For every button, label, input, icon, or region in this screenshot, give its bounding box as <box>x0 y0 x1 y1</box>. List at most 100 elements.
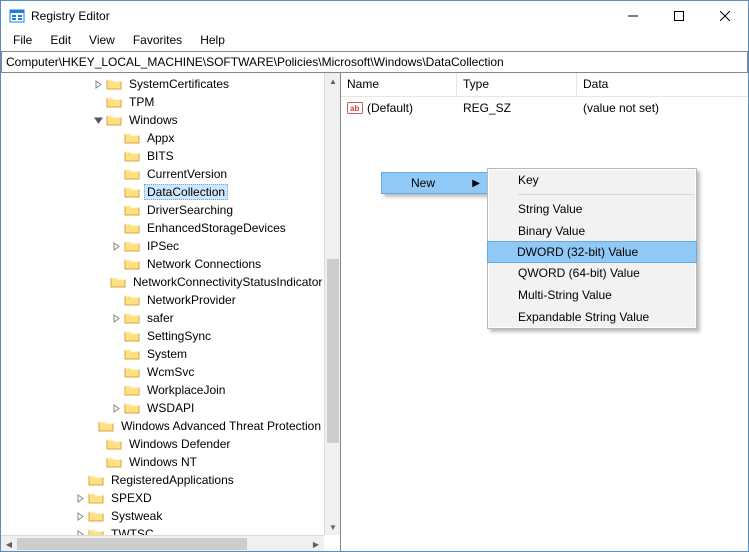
tree-horizontal-scrollbar[interactable]: ◀ ▶ <box>1 535 324 551</box>
menu-edit[interactable]: Edit <box>42 31 79 51</box>
tree-item-label: Windows NT <box>126 454 200 470</box>
context-item[interactable]: Key <box>488 169 696 191</box>
tree-item[interactable]: WorkplaceJoin <box>1 381 324 399</box>
expander-icon[interactable] <box>109 311 123 325</box>
folder-icon <box>124 203 140 217</box>
expander-spacer <box>91 455 105 469</box>
address-text: Computer\HKEY_LOCAL_MACHINE\SOFTWARE\Pol… <box>6 55 504 69</box>
expander-icon[interactable] <box>109 239 123 253</box>
address-bar[interactable]: Computer\HKEY_LOCAL_MACHINE\SOFTWARE\Pol… <box>1 51 748 73</box>
context-item[interactable]: Binary Value <box>488 220 696 242</box>
tree-item[interactable]: Windows Defender <box>1 435 324 453</box>
menu-favorites[interactable]: Favorites <box>125 31 190 51</box>
tree-item[interactable]: NetworkConnectivityStatusIndicator <box>1 273 324 291</box>
tree-item[interactable]: Network Connections <box>1 255 324 273</box>
folder-icon <box>124 347 140 361</box>
folder-icon <box>124 329 140 343</box>
scroll-thumb-h[interactable] <box>17 538 247 550</box>
tree-item[interactable]: safer <box>1 309 324 327</box>
tree-item[interactable]: Windows Advanced Threat Protection <box>1 417 324 435</box>
tree-item[interactable]: RegisteredApplications <box>1 471 324 489</box>
tree-item-label: System <box>144 346 190 362</box>
context-menu[interactable]: New ▶ <box>381 172 489 194</box>
tree-item[interactable]: Appx <box>1 129 324 147</box>
tree-item[interactable]: Windows NT <box>1 453 324 471</box>
expander-spacer <box>91 95 105 109</box>
value-row[interactable]: ab (Default) REG_SZ (value not set) <box>341 99 748 117</box>
context-item[interactable]: Expandable String Value <box>488 306 696 328</box>
menu-file[interactable]: File <box>5 31 40 51</box>
tree-item[interactable]: CurrentVersion <box>1 165 324 183</box>
expander-icon[interactable] <box>109 401 123 415</box>
context-item[interactable]: QWORD (64-bit) Value <box>488 262 696 284</box>
expander-icon[interactable] <box>73 491 87 505</box>
tree-item-label: WcmSvc <box>144 364 197 380</box>
scroll-left-icon[interactable]: ◀ <box>1 536 17 551</box>
tree-vertical-scrollbar[interactable]: ▲ ▼ <box>324 73 340 535</box>
tree-item[interactable]: WcmSvc <box>1 363 324 381</box>
expander-spacer <box>109 329 123 343</box>
tree-item-label: Windows Advanced Threat Protection <box>118 418 324 434</box>
tree-item[interactable]: TWTSC <box>1 525 324 535</box>
menu-help[interactable]: Help <box>192 31 233 51</box>
folder-icon <box>106 113 122 127</box>
tree-item[interactable]: NetworkProvider <box>1 291 324 309</box>
tree-item-label: CurrentVersion <box>144 166 230 182</box>
tree-item[interactable]: Systweak <box>1 507 324 525</box>
tree-item[interactable]: WSDAPI <box>1 399 324 417</box>
folder-icon <box>106 455 122 469</box>
tree-item[interactable]: SettingSync <box>1 327 324 345</box>
maximize-button[interactable] <box>656 1 702 31</box>
scroll-down-icon[interactable]: ▼ <box>325 519 341 535</box>
tree-item[interactable]: System <box>1 345 324 363</box>
tree-item-label: TWTSC <box>108 526 157 535</box>
scroll-right-icon[interactable]: ▶ <box>308 536 324 551</box>
expander-icon[interactable] <box>73 527 87 535</box>
folder-icon <box>124 239 140 253</box>
context-item-new[interactable]: New ▶ <box>381 172 489 194</box>
values-list[interactable]: ab (Default) REG_SZ (value not set) <box>341 97 748 117</box>
context-item[interactable]: String Value <box>488 198 696 220</box>
expander-icon[interactable] <box>91 113 105 127</box>
tree-item[interactable]: DataCollection <box>1 183 324 201</box>
column-type[interactable]: Type <box>457 73 577 96</box>
values-header[interactable]: Name Type Data <box>341 73 748 97</box>
column-name[interactable]: Name <box>341 73 457 96</box>
folder-icon <box>124 221 140 235</box>
expander-icon[interactable] <box>73 509 87 523</box>
folder-icon <box>124 149 140 163</box>
tree-item[interactable]: TPM <box>1 93 324 111</box>
scroll-thumb[interactable] <box>327 259 339 443</box>
tree-item-label: Network Connections <box>144 256 264 272</box>
tree-item[interactable]: SPEXD <box>1 489 324 507</box>
context-submenu-new[interactable]: Key String ValueBinary ValueDWORD (32-bit… <box>487 168 697 329</box>
tree-item[interactable]: DriverSearching <box>1 201 324 219</box>
tree-item[interactable]: Windows <box>1 111 324 129</box>
tree-item[interactable]: SystemCertificates <box>1 75 324 93</box>
folder-icon <box>124 185 140 199</box>
scroll-up-icon[interactable]: ▲ <box>325 73 341 89</box>
tree-item-label: DriverSearching <box>144 202 236 218</box>
value-type: REG_SZ <box>463 101 511 115</box>
context-item[interactable]: DWORD (32-bit) Value <box>487 241 697 263</box>
expander-icon[interactable] <box>91 77 105 91</box>
column-data[interactable]: Data <box>577 73 748 96</box>
folder-icon <box>124 383 140 397</box>
context-item[interactable]: Multi-String Value <box>488 284 696 306</box>
close-button[interactable] <box>702 1 748 31</box>
tree-item-label: RegisteredApplications <box>108 472 237 488</box>
tree-item[interactable]: IPSec <box>1 237 324 255</box>
folder-icon <box>106 437 122 451</box>
titlebar: Registry Editor <box>1 1 748 31</box>
tree-item-label: EnhancedStorageDevices <box>144 220 289 236</box>
tree-item-label: NetworkProvider <box>144 292 239 308</box>
expander-spacer <box>109 257 123 271</box>
tree-item-label: Systweak <box>108 508 165 524</box>
expander-spacer <box>109 293 123 307</box>
menu-view[interactable]: View <box>81 31 123 51</box>
minimize-button[interactable] <box>610 1 656 31</box>
tree-item[interactable]: EnhancedStorageDevices <box>1 219 324 237</box>
registry-tree[interactable]: SystemCertificatesTPMWindowsAppxBITSCurr… <box>1 73 324 535</box>
tree-item[interactable]: BITS <box>1 147 324 165</box>
svg-text:ab: ab <box>350 104 359 113</box>
